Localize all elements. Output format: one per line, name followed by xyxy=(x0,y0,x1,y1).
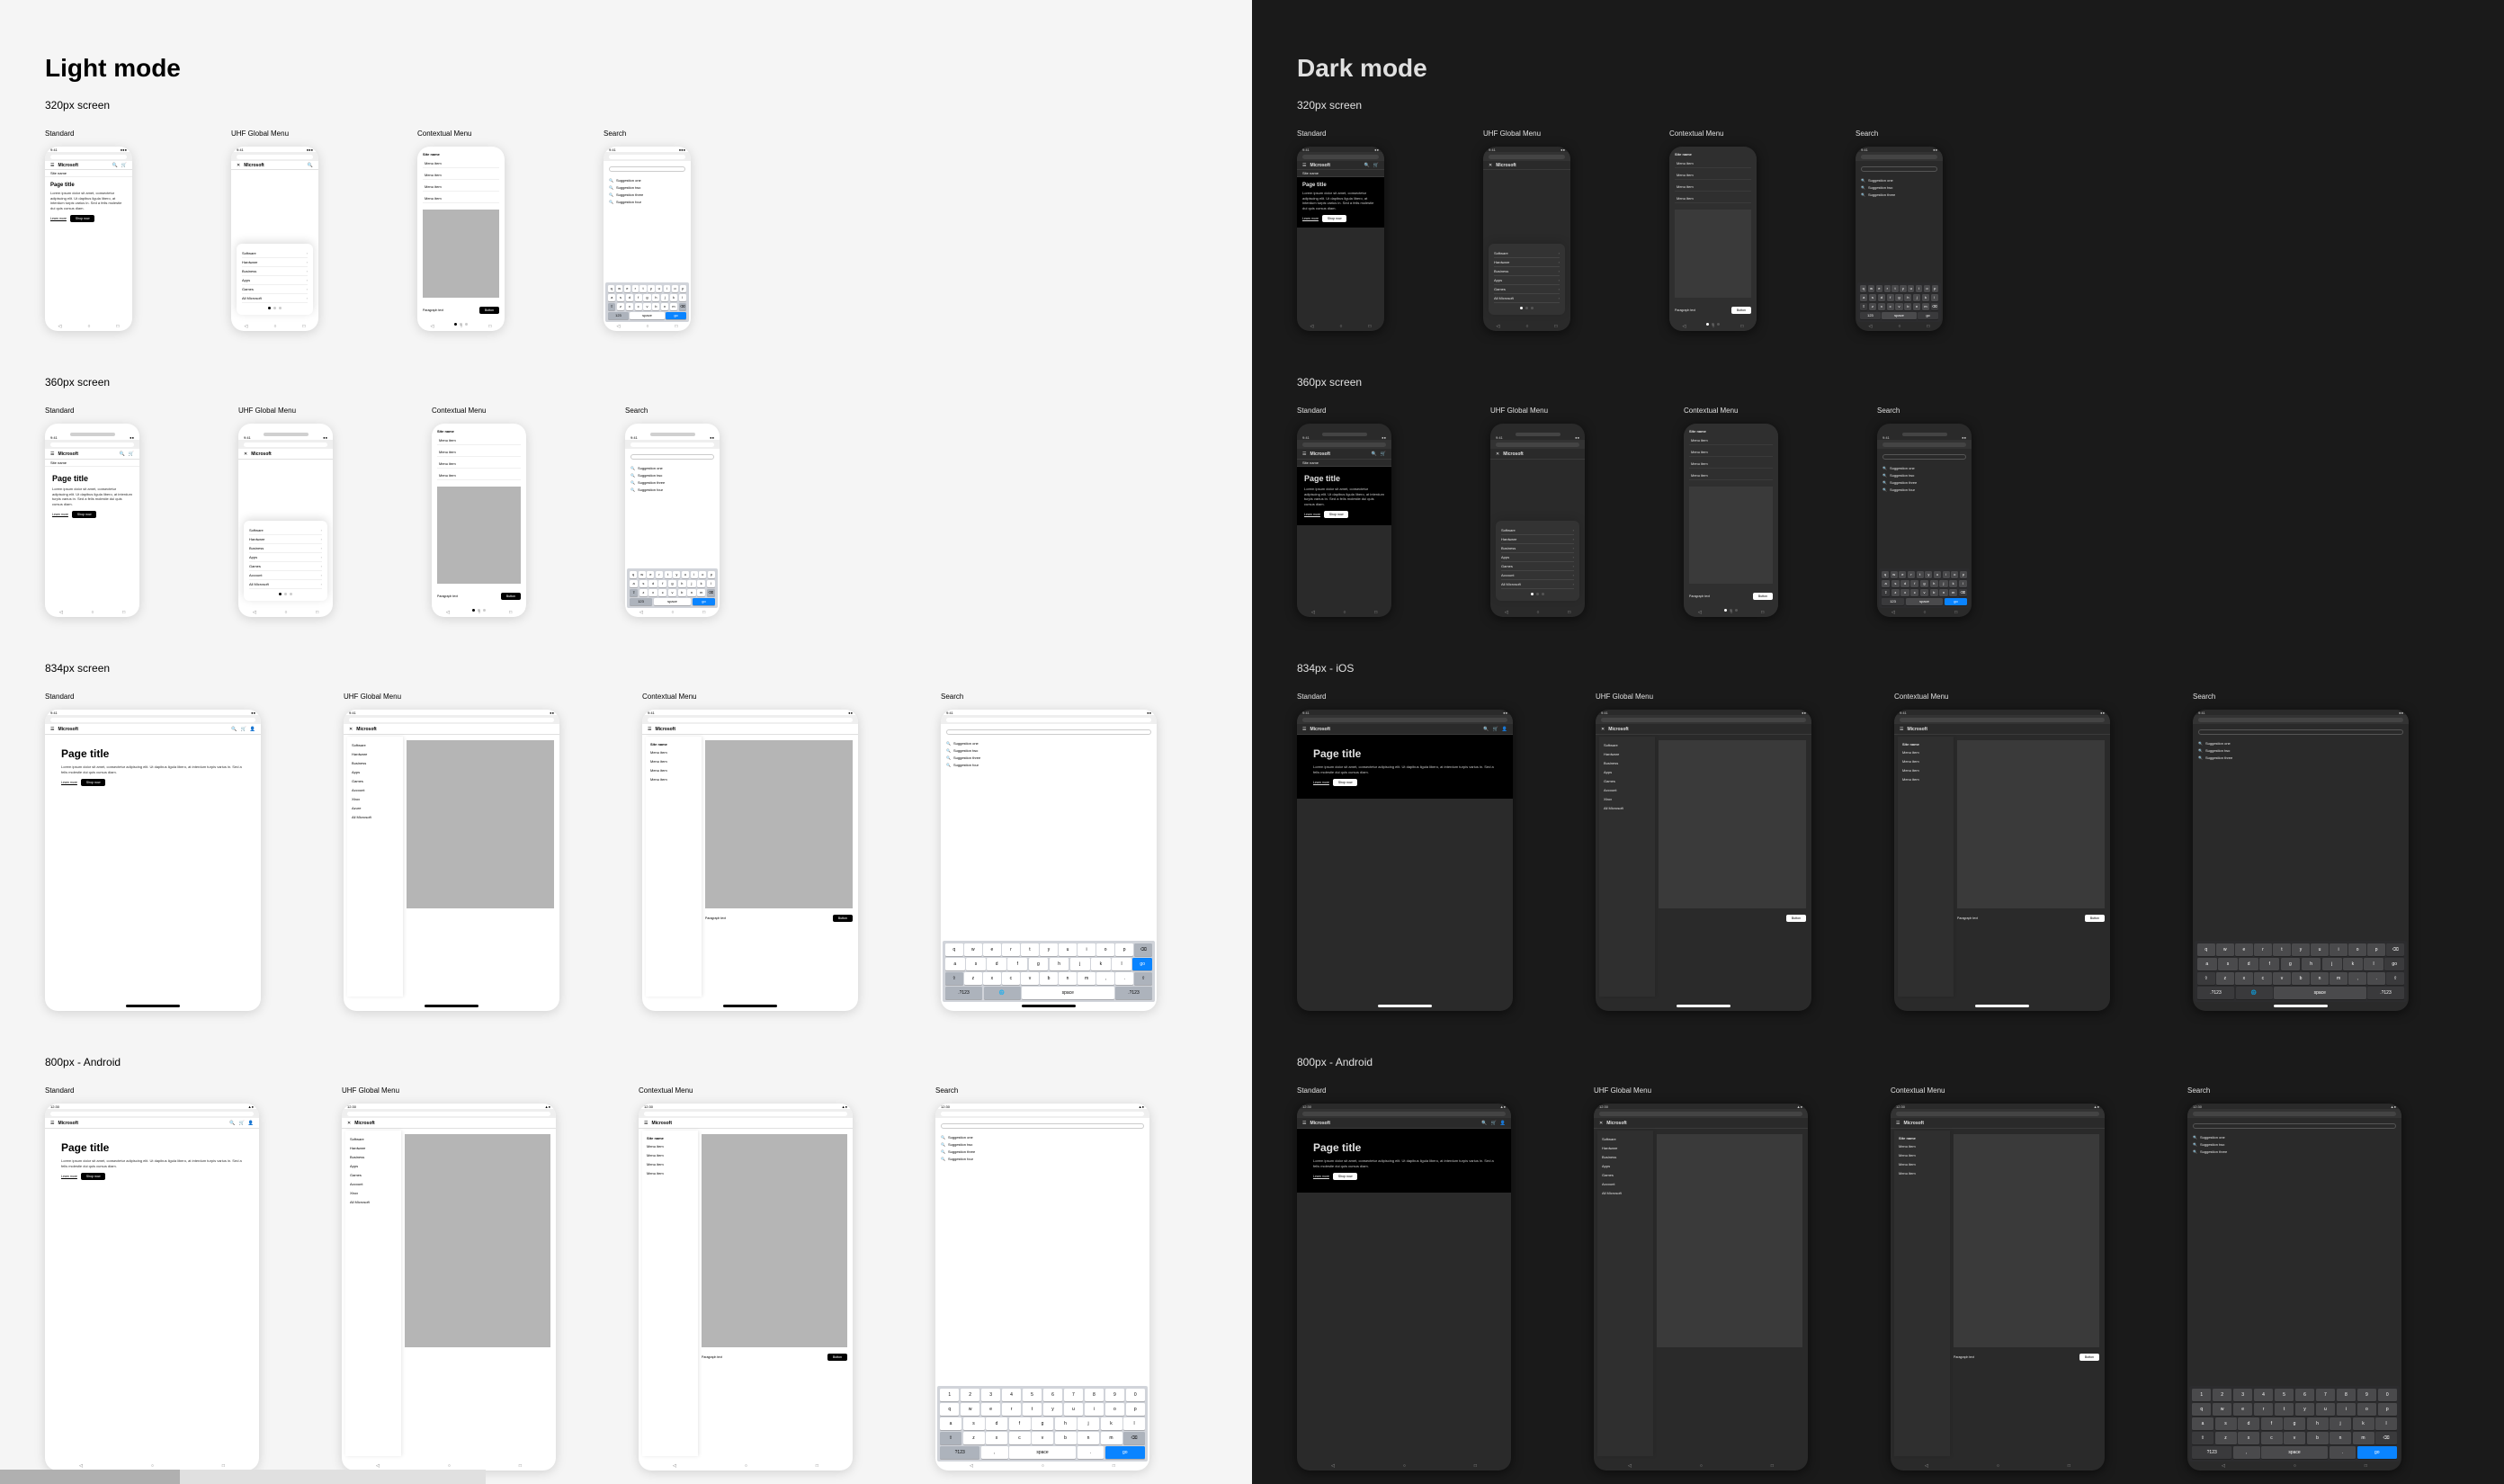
uhf-sidebar: SoftwareHardwareBusinessAppsGamesAccount… xyxy=(347,737,403,997)
light-320-group: 320px screen Standard 9:41●●● ☰Microsoft… xyxy=(45,99,1207,331)
search-icon[interactable]: 🔍 xyxy=(112,163,118,168)
light-panel: Light mode 320px screen Standard 9:41●●●… xyxy=(0,0,1252,1484)
frame-320-standard: Standard 9:41●●● ☰Microsoft🔍🛒 Site name … xyxy=(45,130,132,331)
contextual-drawer: Site name Menu item Menu item Menu item … xyxy=(417,147,505,331)
dark-panel: Dark mode 320px screen Standard 9:41●● ☰… xyxy=(1252,0,2504,1484)
section-320: 320px screen xyxy=(45,99,1207,112)
device: 9:41●●● ☰Microsoft Site name Menu item M… xyxy=(417,147,505,331)
device: 9:41●●● ✕Microsoft🔍 Software› Hardware› … xyxy=(231,147,318,331)
cart-icon[interactable]: 🛒 xyxy=(121,163,127,168)
horizontal-scrollbar[interactable] xyxy=(0,1470,486,1484)
keyboard[interactable]: qwertyuiop asdfghjkl ⇧zxcvbnm⌫ 123spaceg… xyxy=(605,282,689,322)
light-title: Light mode xyxy=(45,54,1207,83)
frame-320-contextual: Contextual Menu 9:41●●● ☰Microsoft Site … xyxy=(417,130,505,331)
frame-320-uhf: UHF Global Menu 9:41●●● ✕Microsoft🔍 Soft… xyxy=(231,130,318,331)
frame-320-search: Search 9:41●●● 🔍 Suggestion one 🔍 Sugges… xyxy=(604,130,691,331)
light-800-group: 800px - Android Standard 12:30▲● ☰Micros… xyxy=(45,1056,1207,1471)
menu-icon[interactable]: ☰ xyxy=(50,163,54,168)
light-360-group: 360px screen Standard 9:41●● ☰Microsoft🔍… xyxy=(45,376,1207,617)
light-834-group: 834px screen Standard 9:41●● ☰Microsoft🔍… xyxy=(45,662,1207,1011)
uhf-sheet: Software› Hardware› Business› Apps› Game… xyxy=(237,244,313,315)
device: 9:41●●● 🔍 Suggestion one 🔍 Suggestion tw… xyxy=(604,147,691,331)
device: 9:41●●● ☰Microsoft🔍🛒 Site name Page titl… xyxy=(45,147,132,331)
dark-title: Dark mode xyxy=(1297,54,2459,83)
search-input[interactable] xyxy=(609,166,685,172)
